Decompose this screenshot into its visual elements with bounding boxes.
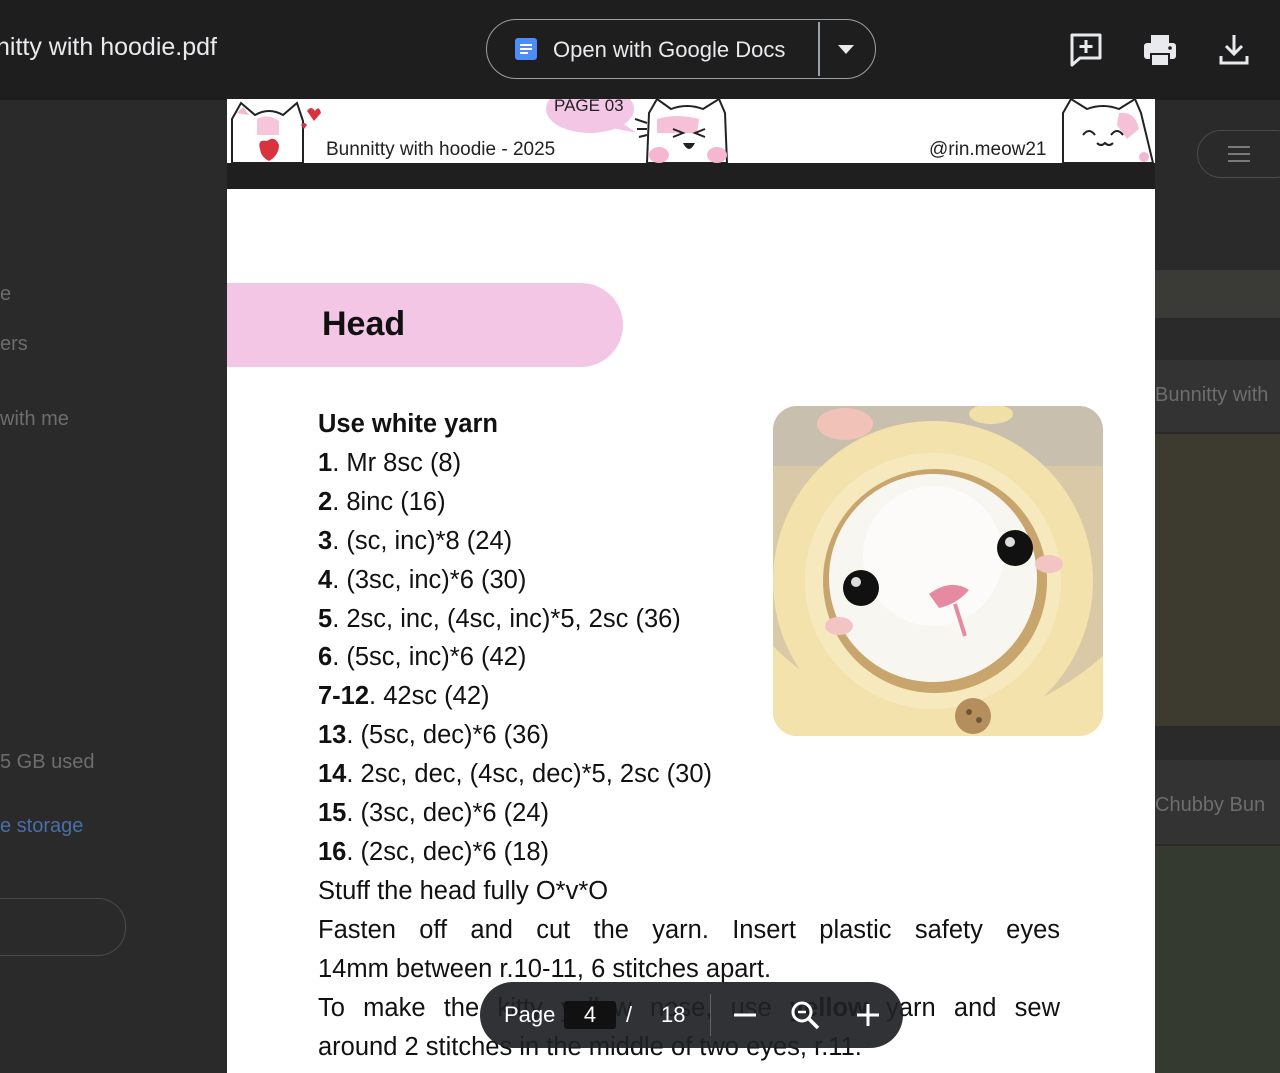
download-icon[interactable] <box>1214 30 1254 70</box>
bg-sidebar-item: with me <box>0 408 69 430</box>
viewer-top-bar: nitty with hoodie.pdf Open with Google D… <box>0 0 1280 99</box>
round-row: 16. (2sc, dec)*6 (18) <box>318 837 550 866</box>
chevron-down-icon[interactable] <box>838 45 854 54</box>
pager-divider <box>710 994 711 1036</box>
pdf-page-header-strip: PAGE 03 Bunnitty with hoodie - 2025 @rin… <box>227 99 1155 163</box>
pdf-page: Head Use white yarn 1. Mr 8sc (8) 2. 8in… <box>227 189 1155 1073</box>
background-drive-sidebar: e ers with me 5 GB used e storage <box>0 100 227 1073</box>
fasten-instruction: Fasten off and cut the yarn. Insert plas… <box>318 915 1060 944</box>
bg-thumbnail <box>1155 270 1280 318</box>
bg-sidebar-item: e <box>0 283 12 305</box>
open-with-label: Open with Google Docs <box>553 37 786 62</box>
page-label: Page <box>504 1002 556 1027</box>
bg-menu-button <box>1197 130 1280 178</box>
plus-icon[interactable] <box>851 998 885 1032</box>
stuff-note: Stuff the head fully O*v*O <box>318 876 609 905</box>
section-title: Head <box>322 305 406 343</box>
round-row: 15. (3sc, dec)*6 (24) <box>318 799 550 828</box>
crochet-head-photo <box>773 406 1103 736</box>
bg-sidebar-item: ers <box>0 333 28 355</box>
page-separator: / <box>626 1002 633 1027</box>
page-tag: PAGE 03 <box>554 99 624 115</box>
bg-storage-used: 5 GB used <box>0 751 95 773</box>
bg-thumbnail <box>1155 846 1280 1073</box>
open-with-google-docs-button[interactable]: Open with Google Docs <box>486 19 876 79</box>
author-handle: @rin.meow21 <box>929 139 1047 160</box>
bg-file-title: Chubby Bun <box>1155 794 1266 816</box>
section-header-band: Head <box>227 283 623 367</box>
bg-thumbnail <box>1155 434 1280 726</box>
crochet-bunny-illustration <box>773 406 1103 736</box>
bg-storage-label: e storage <box>0 815 84 837</box>
minus-icon[interactable] <box>728 998 762 1032</box>
print-icon[interactable] <box>1140 30 1180 70</box>
file-name: nitty with hoodie.pdf <box>0 33 217 61</box>
round-row: 14. 2sc, dec, (4sc, dec)*5, 2sc (30) <box>318 760 713 789</box>
page-total: 18 <box>661 1002 686 1027</box>
page-navigation-bar: Page 4 / 18 <box>480 982 903 1048</box>
page-number-input[interactable]: 4 <box>564 1001 616 1029</box>
button-divider <box>818 22 820 76</box>
add-comment-icon[interactable] <box>1066 30 1106 70</box>
google-docs-icon <box>515 38 537 60</box>
zoom-icon[interactable] <box>788 998 822 1032</box>
bg-file-title: Bunnitty with <box>1155 384 1269 406</box>
pattern-title: Bunnitty with hoodie - 2025 <box>326 139 556 160</box>
bg-storage-button <box>0 898 126 956</box>
